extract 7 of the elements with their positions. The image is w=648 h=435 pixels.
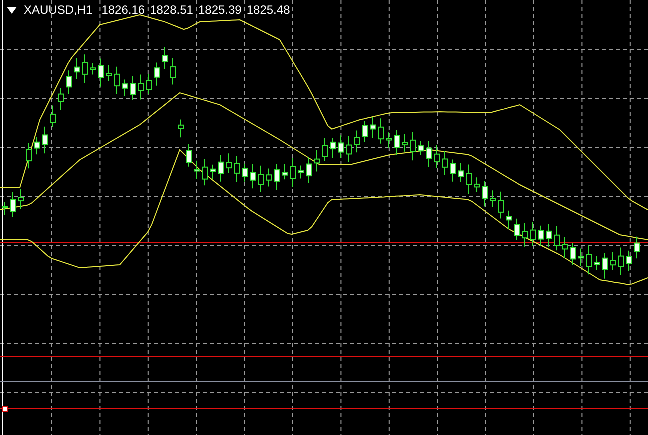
price-quote: 1825.48 [246,3,290,17]
symbol-label: XAUUSD,H1 [24,3,93,17]
price-quote: 1828.51 [150,3,194,17]
price-quote: 1825.39 [198,3,242,17]
dropdown-triangle-icon[interactable] [7,6,17,14]
line-handle-icon[interactable] [2,406,8,412]
price-quote: 1826.16 [102,3,146,17]
